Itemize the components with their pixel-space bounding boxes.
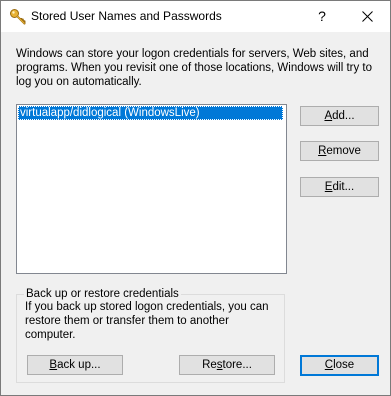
remove-button-label: emove	[326, 145, 361, 157]
edit-button-label: dit...	[332, 181, 355, 193]
add-button[interactable]: Add...	[300, 106, 379, 126]
backup-button-mnemonic: B	[49, 359, 58, 371]
restore-button-label: tore...	[222, 359, 252, 371]
edit-button[interactable]: Edit...	[300, 177, 379, 197]
backup-button[interactable]: Back up...	[27, 355, 123, 375]
restore-button-prefix: Re	[202, 359, 217, 371]
group-legend: Back up or restore credentials	[24, 287, 181, 301]
restore-button[interactable]: Restore...	[179, 355, 275, 375]
backup-button-label: ack up...	[57, 359, 101, 371]
title-bar[interactable]: Stored User Names and Passwords ?	[1, 1, 390, 32]
intro-text: Windows can store your logon credentials…	[16, 48, 373, 88]
window-title: Stored User Names and Passwords	[31, 9, 222, 23]
close-button-mnemonic: C	[324, 359, 334, 371]
list-item[interactable]: virtualapp/didlogical (WindowsLive)	[18, 106, 283, 120]
key-icon	[9, 8, 27, 26]
close-button[interactable]: Close	[300, 355, 379, 376]
add-button-label: dd...	[332, 110, 355, 122]
close-icon	[362, 11, 373, 22]
credentials-list[interactable]: virtualapp/didlogical (WindowsLive)	[16, 104, 287, 274]
remove-button[interactable]: Remove	[300, 141, 379, 161]
close-window-button[interactable]	[345, 1, 390, 32]
stored-credentials-dialog: Stored User Names and Passwords ? Window…	[0, 0, 391, 396]
add-button-mnemonic: A	[324, 110, 333, 122]
close-button-label: lose	[333, 359, 355, 371]
group-description: If you back up stored logon credentials,…	[25, 301, 269, 341]
help-button[interactable]: ?	[299, 1, 345, 32]
